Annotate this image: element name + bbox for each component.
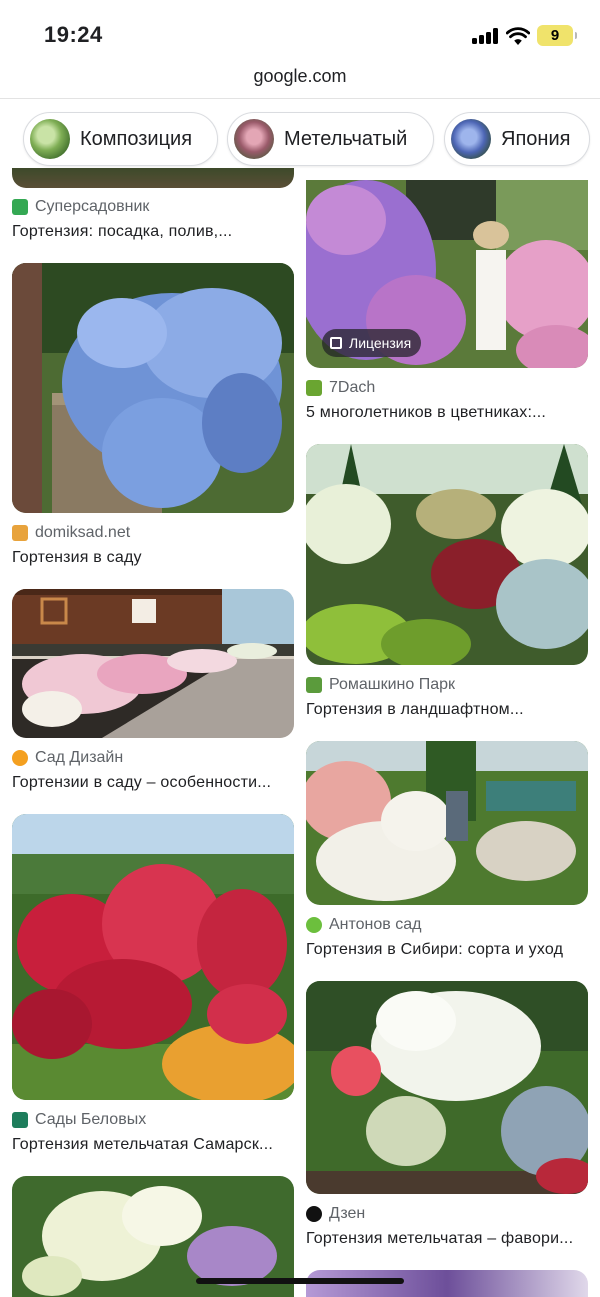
result-source[interactable]: 7Dach	[306, 379, 375, 397]
white-hydrangea-bed-photo	[306, 981, 588, 1194]
result-title[interactable]: Гортензия метельчатая – фавори...	[306, 1230, 588, 1248]
chip-meteltchaty[interactable]: Метельчатый	[227, 112, 434, 166]
result-image-landscape-garden[interactable]	[306, 444, 588, 665]
result-title[interactable]: Гортензия в ландшафтном...	[306, 701, 588, 719]
result-source[interactable]: domiksad.net	[12, 524, 130, 542]
result-image-garden-path[interactable]	[12, 589, 294, 738]
wifi-icon	[506, 27, 530, 45]
divider	[0, 98, 600, 99]
sad-dizain-favicon-icon	[12, 750, 28, 766]
sady-belovykh-favicon-icon	[12, 1112, 28, 1128]
romashkino-park-favicon-icon	[306, 677, 322, 693]
siberia-hydrangeas-photo	[306, 741, 588, 905]
result-image-siberia-hydrangeas[interactable]	[306, 741, 588, 905]
chip-kompozitsiya[interactable]: Композиция	[23, 112, 218, 166]
result-title[interactable]: Гортензия метельчатая Самарск...	[12, 1136, 294, 1154]
hydrangea-green-thumb-icon	[30, 119, 70, 159]
result-source[interactable]: Ромашкино Парк	[306, 676, 455, 694]
result-source[interactable]: Сад Дизайн	[12, 749, 123, 767]
result-source[interactable]: Сады Беловых	[12, 1111, 146, 1129]
house-favicon-icon	[12, 525, 28, 541]
7dach-favicon-icon	[306, 380, 322, 396]
result-source[interactable]: Суперсадовник	[12, 198, 149, 216]
chip-yaponiya[interactable]: Япония	[444, 112, 590, 166]
status-bar: 19:24 9	[0, 0, 600, 66]
result-image-partial[interactable]	[12, 168, 294, 188]
home-indicator	[196, 1278, 404, 1284]
hydrangea-blue-thumb-icon	[451, 119, 491, 159]
red-hydrangea-photo	[12, 814, 294, 1100]
result-title[interactable]: Гортензии в саду – особенности...	[12, 774, 294, 792]
image-icon	[330, 337, 342, 349]
dzen-favicon-icon	[306, 1206, 322, 1222]
chip-label: Метельчатый	[284, 127, 408, 150]
blue-hydrangea-photo	[12, 263, 294, 513]
clock: 19:24	[44, 22, 103, 47]
hydrangea-pink-thumb-icon	[234, 119, 274, 159]
antonov-sad-favicon-icon	[306, 917, 322, 933]
result-image-red-hydrangea[interactable]	[12, 814, 294, 1100]
cellular-signal-icon	[472, 28, 498, 44]
related-searches-chips: Композиция Метельчатый Япония	[0, 112, 600, 166]
supersadovnik-favicon-icon	[12, 199, 28, 215]
result-image-white-hydrangea-bed[interactable]	[306, 981, 588, 1194]
result-title[interactable]: 5 многолетников в цветниках:...	[306, 404, 588, 422]
result-title[interactable]: Гортензия: посадка, полив,...	[12, 223, 294, 241]
result-title[interactable]: Гортензия в Сибири: сорта и уход	[306, 941, 588, 959]
result-source[interactable]: Дзен	[306, 1205, 365, 1223]
result-image-blue-hydrangea[interactable]	[12, 263, 294, 513]
battery-indicator: 9	[537, 25, 577, 46]
landscape-garden-photo	[306, 444, 588, 665]
chip-label: Композиция	[80, 127, 193, 150]
address-bar[interactable]: google.com	[0, 66, 600, 98]
license-badge[interactable]: Лицензия	[322, 329, 422, 357]
result-source[interactable]: Антонов сад	[306, 916, 421, 934]
chip-label: Япония	[501, 127, 571, 150]
garden-path-photo	[12, 589, 294, 738]
result-title[interactable]: Гортензия в саду	[12, 549, 294, 567]
